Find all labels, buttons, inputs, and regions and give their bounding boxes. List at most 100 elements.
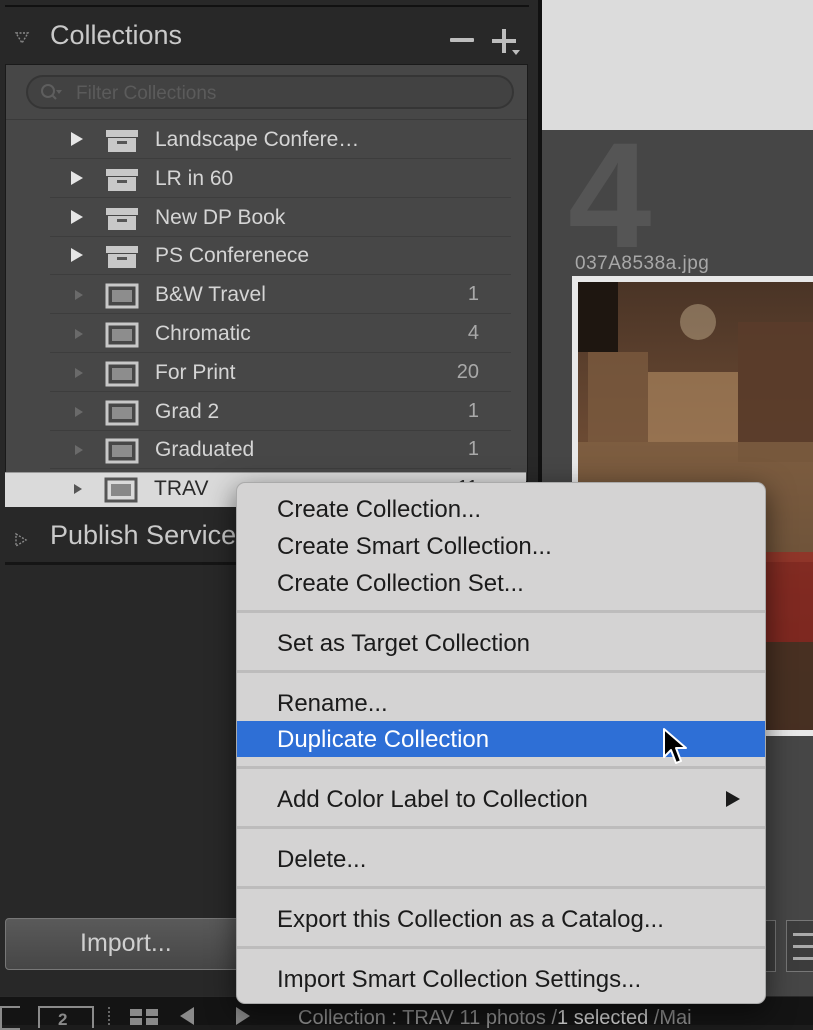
collection-icon bbox=[105, 438, 139, 464]
divider bbox=[108, 1007, 112, 1025]
collection-icon bbox=[105, 400, 139, 426]
collection-name: New DP Book bbox=[155, 205, 286, 229]
menu-separator bbox=[237, 670, 765, 673]
collection-row-ps-conferenece[interactable]: PS Conferenece bbox=[6, 237, 527, 276]
collection-name: B&W Travel bbox=[155, 283, 266, 307]
menu-item-add-color-label[interactable]: Add Color Label to Collection bbox=[237, 781, 765, 817]
collection-name: Chromatic bbox=[155, 322, 251, 345]
filter-collections-field[interactable] bbox=[26, 75, 514, 109]
collection-icon bbox=[105, 283, 139, 309]
add-collection-button[interactable] bbox=[492, 28, 520, 55]
collection-name: TRAV bbox=[154, 477, 209, 500]
menu-item-label: Duplicate Collection bbox=[277, 726, 490, 753]
collections-title: Collections bbox=[50, 20, 183, 50]
collection-row-landscape-confere[interactable]: Landscape Confere… bbox=[6, 121, 527, 159]
expand-triangle-icon[interactable] bbox=[71, 132, 83, 146]
dropdown-caret-icon bbox=[512, 50, 520, 55]
collection-icon bbox=[104, 477, 138, 503]
forward-arrow-icon[interactable] bbox=[236, 1007, 250, 1025]
collection-icon bbox=[105, 361, 139, 387]
collection-row-for-print[interactable]: For Print 20 bbox=[6, 354, 527, 392]
menu-separator bbox=[237, 946, 765, 949]
menu-item-label: Create Collection... bbox=[277, 496, 482, 523]
collection-name: PS Conferenece bbox=[155, 244, 310, 268]
menu-item-label: Create Collection Set... bbox=[277, 570, 524, 597]
publish-services-title: Publish Services bbox=[50, 520, 250, 550]
grid-view-icon[interactable] bbox=[130, 1009, 160, 1025]
expand-triangle-icon bbox=[75, 406, 83, 417]
menu-item-import-smart-settings[interactable]: Import Smart Collection Settings... bbox=[237, 961, 765, 997]
menu-separator bbox=[237, 826, 765, 829]
menu-separator bbox=[237, 610, 765, 613]
expand-triangle-icon[interactable] bbox=[71, 209, 83, 224]
expand-triangle-icon[interactable] bbox=[71, 248, 83, 263]
import-button[interactable]: Import... bbox=[5, 918, 265, 970]
collection-count: 1 bbox=[467, 399, 479, 422]
menu-item-label: Set as Target Collection bbox=[277, 630, 531, 657]
collection-set-icon bbox=[106, 246, 138, 269]
collection-count: 1 bbox=[467, 283, 479, 306]
expand-triangle-icon bbox=[75, 329, 83, 339]
expand-triangle-icon bbox=[75, 290, 83, 301]
expand-triangle-icon[interactable] bbox=[13, 532, 29, 548]
collection-row-grad-2[interactable]: Grad 2 1 bbox=[6, 393, 527, 431]
expand-triangle-icon[interactable] bbox=[71, 170, 83, 185]
collections-header[interactable]: Collections bbox=[0, 14, 540, 64]
collection-row-graduated[interactable]: Graduated 1 bbox=[6, 431, 527, 470]
collection-set-icon bbox=[106, 168, 138, 191]
back-arrow-icon[interactable] bbox=[180, 1007, 194, 1025]
collections-list: Landscape Confere… LR in 60 New DP Book PS … bbox=[5, 64, 528, 482]
collection-set-icon bbox=[106, 207, 138, 230]
collection-row-b-w-travel[interactable]: B&W Travel 1 bbox=[6, 276, 527, 315]
filter-collections-input[interactable] bbox=[74, 81, 478, 107]
screen-2-label: 2 bbox=[58, 1010, 68, 1029]
collapse-triangle-icon[interactable] bbox=[14, 30, 30, 46]
collection-count: 1 bbox=[467, 438, 479, 461]
menu-item-label: Create Smart Collection... bbox=[277, 533, 552, 560]
collection-set-icon bbox=[106, 130, 138, 152]
top-divider bbox=[5, 5, 529, 7]
collection-name: Graduated bbox=[155, 438, 255, 462]
menu-item-set-as-target[interactable]: Set as Target Collection bbox=[237, 625, 765, 661]
collection-count: 20 bbox=[456, 360, 479, 383]
list-view-icon[interactable] bbox=[786, 920, 813, 972]
menu-item-create-collection-set[interactable]: Create Collection Set... bbox=[237, 565, 765, 601]
collection-count: 4 bbox=[467, 322, 479, 344]
menu-separator bbox=[237, 886, 765, 889]
collection-icon bbox=[105, 322, 139, 348]
status-selected: 1 selected bbox=[557, 1007, 649, 1029]
status-suffix: /Mai bbox=[648, 1007, 692, 1029]
row-divider bbox=[50, 468, 511, 470]
menu-item-delete[interactable]: Delete... bbox=[237, 841, 765, 877]
search-icon bbox=[41, 84, 62, 100]
menu-item-label: Add Color Label to Collection bbox=[277, 786, 588, 813]
collection-name: Landscape Confere… bbox=[155, 128, 360, 151]
grid-cell-number: 4 bbox=[568, 111, 652, 279]
thumbnail-filename: 037A8538a.jpg bbox=[575, 253, 710, 274]
expand-triangle-icon bbox=[75, 367, 83, 378]
collection-row-chromatic[interactable]: Chromatic 4 bbox=[6, 315, 527, 353]
filmstrip-status[interactable]: Collection : TRAV 11 photos /1 selected … bbox=[298, 1007, 692, 1030]
mouse-cursor-icon bbox=[663, 728, 687, 764]
expand-triangle-icon bbox=[75, 445, 83, 456]
divider bbox=[6, 119, 527, 120]
screen-2-button[interactable]: 2 bbox=[38, 1006, 94, 1029]
menu-item-label: Export this Collection as a Catalog... bbox=[277, 906, 664, 933]
menu-item-label: Delete... bbox=[277, 846, 367, 873]
expand-triangle-icon bbox=[74, 484, 82, 494]
collection-name: LR in 60 bbox=[155, 166, 234, 190]
menu-item-label: Import Smart Collection Settings... bbox=[277, 966, 642, 993]
screen-1-button[interactable] bbox=[0, 1006, 20, 1030]
menu-item-label: Rename... bbox=[277, 690, 388, 717]
submenu-arrow-icon bbox=[726, 791, 740, 807]
menu-item-create-collection[interactable]: Create Collection... bbox=[237, 491, 765, 527]
menu-item-rename[interactable]: Rename... bbox=[237, 685, 765, 721]
menu-item-create-smart-collection[interactable]: Create Smart Collection... bbox=[237, 528, 765, 564]
collection-name: Grad 2 bbox=[155, 399, 220, 423]
remove-collection-button[interactable] bbox=[450, 38, 474, 42]
status-source: Collection : TRAV 11 photos / bbox=[298, 1007, 558, 1029]
collection-row-lr-in-60[interactable]: LR in 60 bbox=[6, 160, 527, 198]
collection-row-new-dp-book[interactable]: New DP Book bbox=[6, 199, 527, 237]
import-button-label: Import... bbox=[80, 929, 172, 957]
menu-item-export-as-catalog[interactable]: Export this Collection as a Catalog... bbox=[237, 901, 765, 937]
